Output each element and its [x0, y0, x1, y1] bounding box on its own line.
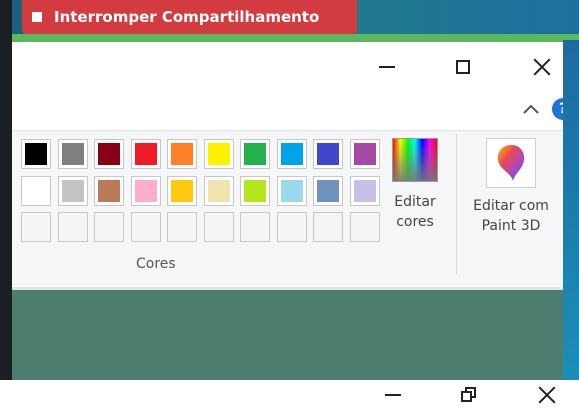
second-window-title-bar	[0, 380, 579, 408]
color-swatch[interactable]	[240, 139, 270, 169]
close-icon	[538, 386, 556, 404]
collapse-ribbon-button[interactable]	[520, 100, 542, 118]
close-icon	[533, 58, 551, 76]
custom-color-slot[interactable]	[57, 212, 88, 242]
color-swatch[interactable]	[203, 139, 234, 169]
color-swatch[interactable]	[21, 139, 51, 169]
chevron-up-icon	[523, 104, 539, 114]
color-spectrum-icon	[392, 138, 438, 182]
minimize-icon	[379, 66, 395, 68]
desktop-right-edge	[563, 40, 579, 380]
color-swatch[interactable]	[21, 175, 51, 206]
restore-button-2[interactable]	[457, 384, 481, 406]
color-swatch[interactable]	[167, 139, 197, 169]
color-swatch[interactable]	[167, 175, 197, 206]
custom-color-slot[interactable]	[349, 212, 380, 242]
color-swatch[interactable]	[94, 175, 124, 206]
close-button-2[interactable]	[535, 384, 559, 406]
color-swatch[interactable]	[349, 139, 380, 169]
custom-color-slot[interactable]	[313, 212, 343, 242]
custom-color-slot[interactable]	[130, 212, 161, 242]
ribbon-separator	[456, 134, 457, 274]
custom-color-slot[interactable]	[276, 212, 307, 242]
color-swatch[interactable]	[57, 139, 88, 169]
edit-colors-button[interactable]: Editar cores	[389, 138, 441, 232]
custom-color-slot[interactable]	[21, 212, 51, 242]
maximize-icon	[456, 60, 470, 74]
color-swatch[interactable]	[276, 175, 307, 206]
custom-color-slot[interactable]	[94, 212, 124, 242]
color-swatch[interactable]	[57, 175, 88, 206]
colors-group-label: Cores	[136, 256, 176, 272]
edit-colors-label-line1: Editar	[394, 194, 436, 210]
stop-sharing-label: Interromper Compartilhamento	[54, 8, 320, 26]
edit-with-paint3d-button[interactable]: Editar com Paint 3D	[464, 138, 558, 236]
title-bar	[12, 42, 563, 92]
color-swatch[interactable]	[276, 139, 307, 169]
minimize-icon	[385, 394, 401, 396]
desktop-left-edge	[0, 0, 12, 380]
color-swatch[interactable]	[240, 175, 270, 206]
paint3d-label-line1: Editar com	[473, 198, 549, 214]
color-swatch[interactable]	[130, 139, 161, 169]
color-swatch[interactable]	[130, 175, 161, 206]
minimize-button-2[interactable]	[381, 384, 405, 406]
paint3d-label-line2: Paint 3D	[481, 218, 541, 234]
custom-color-slot[interactable]	[240, 212, 270, 242]
paint3d-icon	[486, 138, 536, 188]
stop-sharing-bar[interactable]: Interromper Compartilhamento	[22, 0, 357, 34]
sharing-indicator-line	[12, 34, 579, 42]
edit-colors-label-line2: cores	[396, 214, 434, 230]
help-button[interactable]: ?	[552, 98, 563, 120]
color-swatch[interactable]	[349, 175, 380, 206]
color-swatch[interactable]	[94, 139, 124, 169]
help-icon: ?	[559, 101, 563, 117]
close-button[interactable]	[527, 52, 557, 82]
paint-window: ? Editar cores Editar com Pa	[12, 42, 563, 380]
restore-icon	[461, 387, 477, 403]
custom-color-slot[interactable]	[203, 212, 234, 242]
color-swatch[interactable]	[203, 175, 234, 206]
custom-color-slot[interactable]	[167, 212, 197, 242]
maximize-button[interactable]	[448, 52, 478, 82]
share-square-icon	[32, 12, 42, 22]
minimize-button[interactable]	[372, 52, 402, 82]
color-swatch[interactable]	[313, 139, 343, 169]
color-swatch[interactable]	[313, 175, 343, 206]
drawing-canvas[interactable]	[12, 287, 563, 380]
